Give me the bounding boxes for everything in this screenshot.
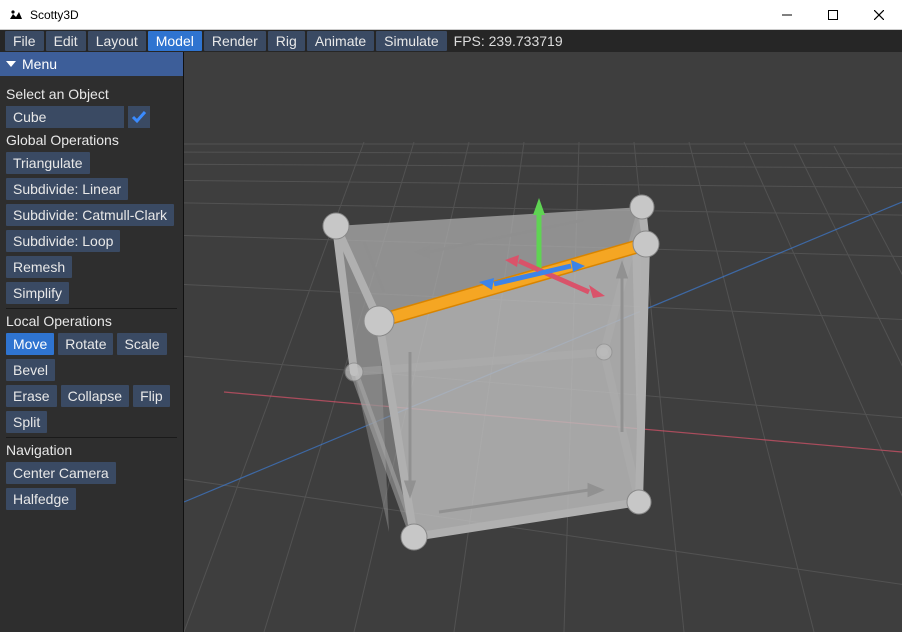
app-title: Scotty3D — [30, 8, 79, 22]
minimize-button[interactable] — [764, 0, 810, 30]
op-triangulate[interactable]: Triangulate — [6, 152, 90, 174]
menu-edit[interactable]: Edit — [46, 31, 86, 51]
divider — [6, 308, 177, 309]
op-subdivide-loop[interactable]: Subdivide: Loop — [6, 230, 120, 252]
viewport-3d[interactable] — [184, 52, 902, 632]
menubar: File Edit Layout Model Render Rig Animat… — [0, 30, 902, 52]
op-remesh[interactable]: Remesh — [6, 256, 72, 278]
op-erase[interactable]: Erase — [6, 385, 57, 407]
menu-file[interactable]: File — [5, 31, 44, 51]
menu-layout[interactable]: Layout — [88, 31, 146, 51]
op-split[interactable]: Split — [6, 411, 47, 433]
op-halfedge[interactable]: Halfedge — [6, 488, 76, 510]
maximize-button[interactable] — [810, 0, 856, 30]
op-subdivide-linear[interactable]: Subdivide: Linear — [6, 178, 128, 200]
menu-animate[interactable]: Animate — [307, 31, 374, 51]
app-logo-icon — [8, 7, 24, 23]
menu-render[interactable]: Render — [204, 31, 266, 51]
sidebar-menu-toggle[interactable]: Menu — [0, 52, 183, 76]
op-move[interactable]: Move — [6, 333, 54, 355]
op-collapse[interactable]: Collapse — [61, 385, 129, 407]
select-object-label: Select an Object — [6, 86, 177, 102]
sidebar-menu-label: Menu — [22, 56, 57, 72]
caret-down-icon — [6, 61, 16, 67]
global-ops-label: Global Operations — [6, 132, 177, 148]
viewport-scene-icon — [184, 52, 902, 632]
titlebar: Scotty3D — [0, 0, 902, 30]
op-scale[interactable]: Scale — [117, 333, 166, 355]
object-select[interactable]: Cube — [6, 106, 124, 128]
op-subdivide-catmull-clark[interactable]: Subdivide: Catmull-Clark — [6, 204, 174, 226]
cube-mesh-icon — [323, 195, 659, 550]
op-rotate[interactable]: Rotate — [58, 333, 113, 355]
object-visibility-checkbox[interactable] — [128, 106, 150, 128]
fps-readout: FPS: 239.733719 — [454, 30, 563, 52]
op-simplify[interactable]: Simplify — [6, 282, 69, 304]
sidebar: Menu Select an Object Cube Global Operat… — [0, 52, 184, 632]
menu-rig[interactable]: Rig — [268, 31, 305, 51]
menu-model[interactable]: Model — [148, 31, 202, 51]
local-ops-label: Local Operations — [6, 313, 177, 329]
nav-label: Navigation — [6, 442, 177, 458]
op-bevel[interactable]: Bevel — [6, 359, 55, 381]
close-button[interactable] — [856, 0, 902, 30]
op-flip[interactable]: Flip — [133, 385, 170, 407]
menu-simulate[interactable]: Simulate — [376, 31, 446, 51]
divider — [6, 437, 177, 438]
op-center-camera[interactable]: Center Camera — [6, 462, 116, 484]
